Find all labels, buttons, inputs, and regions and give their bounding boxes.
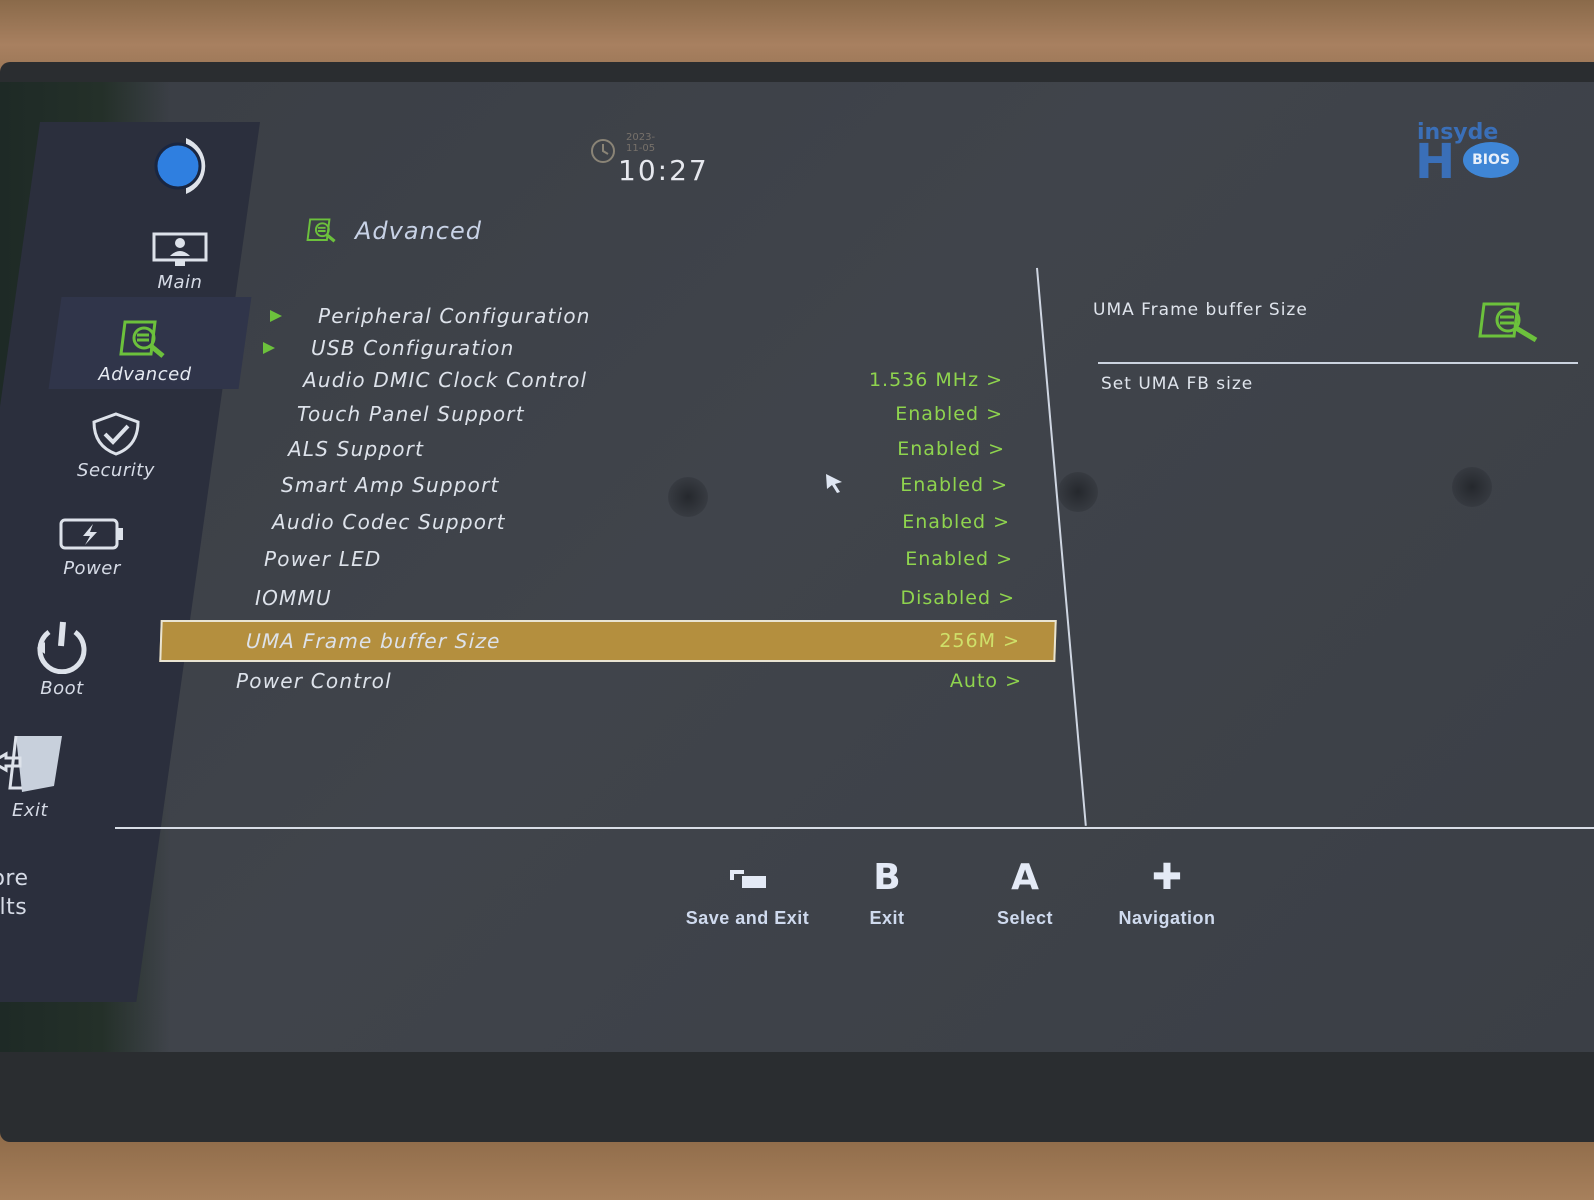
menu-item-touch-panel-support[interactable]: Touch Panel Support Enabled > xyxy=(297,396,1003,432)
menu-item-label: Audio DMIC Clock Control xyxy=(303,368,588,392)
menu-item-usb-configuration[interactable]: USB Configuration xyxy=(263,330,1003,366)
menu-item-label: IOMMU xyxy=(255,586,332,610)
menu-item-value[interactable]: Enabled > xyxy=(905,548,1013,570)
submenu-arrow-icon xyxy=(263,342,275,354)
menu-item-value[interactable]: 256M > xyxy=(939,630,1020,652)
footer-button-label: Exit xyxy=(869,908,905,928)
menu-item-value[interactable]: Enabled > xyxy=(895,403,1003,425)
menu-item-value[interactable]: Enabled > xyxy=(900,474,1008,496)
submenu-arrow-icon xyxy=(270,310,282,322)
footer-button-label: Select xyxy=(996,908,1054,928)
save-exit-icon xyxy=(729,870,766,888)
menu-item-value[interactable]: Enabled > xyxy=(897,438,1005,460)
menu-item-als-support[interactable]: ALS Support Enabled > xyxy=(288,431,1005,467)
menu-item-uma-frame-buffer-size[interactable]: UMA Frame buffer Size 256M > xyxy=(159,620,1057,662)
bios-screen: Main Advanced Security Power Boot Exit r… xyxy=(0,82,1594,1052)
menu-item-power-led[interactable]: Power LED Enabled > xyxy=(264,541,1013,577)
dpad-icon: ✚ xyxy=(1151,856,1183,898)
exit-button[interactable]: B Exit xyxy=(860,852,914,929)
menu-item-value[interactable]: Disabled > xyxy=(901,587,1016,609)
footer-button-label: Navigation xyxy=(1118,908,1216,928)
menu-item-label: Power Control xyxy=(236,669,392,693)
menu-item-audio-dmic-clock-control[interactable]: Audio DMIC Clock Control 1.536 MHz > xyxy=(303,362,1003,398)
navigation-button[interactable]: ✚ Navigation xyxy=(1112,852,1222,929)
menu-item-label: Touch Panel Support xyxy=(297,402,525,426)
menu-item-value[interactable]: Enabled > xyxy=(902,511,1010,533)
menu-item-value[interactable]: 1.536 MHz > xyxy=(869,369,1003,391)
a-button-icon: A xyxy=(1011,856,1039,898)
footer-button-label: Save and Exit xyxy=(685,908,810,928)
menu-item-label: Peripheral Configuration xyxy=(318,304,591,328)
menu-item-power-control[interactable]: Power Control Auto > xyxy=(236,663,1022,699)
help-panel-title: UMA Frame buffer Size xyxy=(1093,300,1308,320)
menu-item-label: UMA Frame buffer Size xyxy=(245,629,502,653)
menu-item-peripheral-configuration[interactable]: Peripheral Configuration xyxy=(270,298,1010,334)
menu-item-iommu[interactable]: IOMMU Disabled > xyxy=(255,580,1015,616)
menu-item-label: USB Configuration xyxy=(311,336,515,360)
help-panel-description: Set UMA FB size xyxy=(1101,374,1254,394)
footer-divider xyxy=(115,827,1594,829)
menu-item-label: Smart Amp Support xyxy=(281,473,500,497)
help-panel-rule xyxy=(1098,362,1578,364)
advanced-search-doc-icon xyxy=(1478,302,1538,343)
save-and-exit-button[interactable]: Save and Exit xyxy=(680,852,815,929)
menu-item-label: ALS Support xyxy=(288,437,425,461)
menu-item-audio-codec-support[interactable]: Audio Codec Support Enabled > xyxy=(272,504,1010,540)
menu-item-value[interactable]: Auto > xyxy=(950,670,1022,692)
select-button[interactable]: A Select xyxy=(990,852,1060,929)
menu-item-smart-amp-support[interactable]: Smart Amp Support Enabled > xyxy=(281,467,1008,503)
menu-item-label: Audio Codec Support xyxy=(272,510,506,534)
menu-item-label: Power LED xyxy=(264,547,382,571)
b-button-icon: B xyxy=(873,856,901,898)
mouse-cursor-icon xyxy=(826,474,842,493)
